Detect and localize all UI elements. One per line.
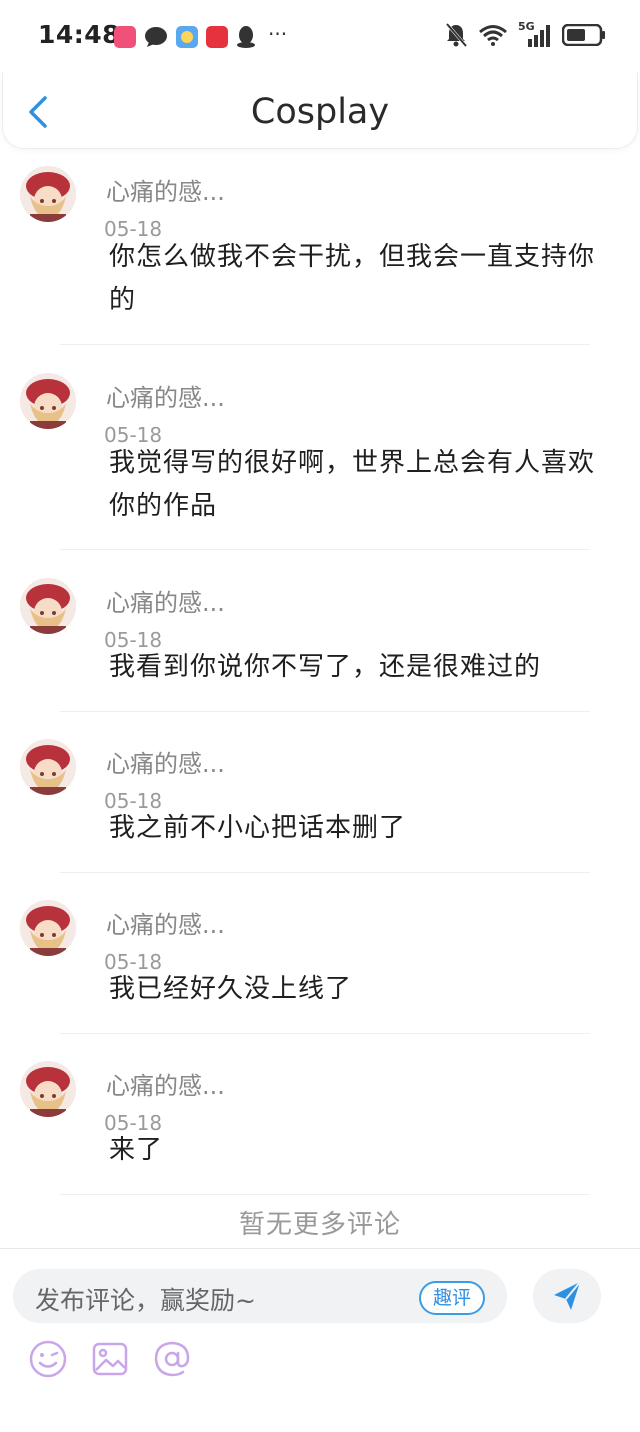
avatar[interactable]	[20, 166, 76, 222]
page-title: Cosplay	[250, 92, 390, 132]
comment-username[interactable]: 心痛的感...	[106, 172, 225, 207]
comment-input[interactable]: 发布评论，赢奖励~ 趣评	[13, 1269, 507, 1323]
divider	[60, 344, 590, 345]
avatar[interactable]	[20, 1061, 76, 1117]
avatar[interactable]	[20, 373, 76, 429]
avatar[interactable]	[20, 578, 76, 634]
mention-icon[interactable]	[152, 1339, 192, 1379]
comment-date: 05-18	[104, 423, 163, 443]
wifi-icon	[479, 25, 507, 46]
status-bar: 14:48 ··· 5G	[0, 0, 640, 72]
avatar-image	[20, 1061, 76, 1117]
battery-icon	[562, 24, 605, 46]
divider	[60, 872, 590, 873]
comment-text: 我看到你说你不写了，还是很难过的	[109, 652, 542, 682]
status-time: 14:48	[38, 20, 121, 49]
signal-strength-icon: 5G	[518, 20, 552, 47]
avatar-image	[20, 373, 76, 429]
weather-app-icon	[176, 26, 198, 48]
comment-text: 我觉得写的很好啊，世界上总会有人喜欢你的作品	[109, 448, 596, 521]
comment-date: 05-18	[104, 217, 163, 237]
more-notifications-icon: ···	[268, 22, 288, 46]
red-app-icon	[206, 26, 228, 48]
comment-username[interactable]: 心痛的感...	[106, 378, 225, 413]
app-notification-icon	[114, 26, 136, 48]
divider	[60, 549, 590, 550]
chat-bubble-icon	[145, 27, 167, 47]
emoji-icon[interactable]	[28, 1339, 68, 1379]
send-icon	[554, 1281, 581, 1310]
comment-text: 你怎么做我不会干扰，但我会一直支持你的	[109, 242, 596, 315]
avatar[interactable]	[20, 739, 76, 795]
no-more-comments-label: 暂无更多评论	[238, 1210, 401, 1240]
composer-toolbar	[28, 1339, 192, 1379]
image-icon[interactable]	[90, 1339, 130, 1379]
divider	[60, 711, 590, 712]
comment-date: 05-18	[104, 1111, 163, 1131]
comment-text: 我之前不小心把话本删了	[109, 813, 407, 843]
comment-text: 来了	[109, 1135, 164, 1165]
divider	[60, 1033, 590, 1034]
send-button[interactable]	[533, 1269, 601, 1323]
status-notification-icons: ···	[114, 22, 288, 49]
comment-username[interactable]: 心痛的感...	[106, 583, 225, 618]
bell-muted-icon	[445, 23, 468, 47]
avatar[interactable]	[20, 900, 76, 956]
comment-date: 05-18	[104, 789, 163, 809]
top-navigation-bar: Cosplay	[2, 72, 638, 149]
avatar-image	[20, 166, 76, 222]
comment-username[interactable]: 心痛的感...	[106, 905, 225, 940]
avatar-image	[20, 578, 76, 634]
fun-comment-button[interactable]: 趣评	[418, 1281, 485, 1315]
comment-date: 05-18	[104, 950, 163, 970]
signal-bars-icon	[528, 25, 550, 47]
comment-username[interactable]: 心痛的感...	[106, 744, 225, 779]
comment-composer: 发布评论，赢奖励~ 趣评	[0, 1248, 640, 1432]
divider	[60, 1194, 590, 1195]
comment-text: 我已经好久没上线了	[109, 974, 353, 1004]
comment-date: 05-18	[104, 628, 163, 648]
comment-input-placeholder: 发布评论，赢奖励~	[35, 1286, 256, 1315]
qq-penguin-icon	[237, 26, 255, 48]
avatar-image	[20, 739, 76, 795]
status-system-icons: 5G	[444, 20, 606, 48]
avatar-image	[20, 900, 76, 956]
comment-username[interactable]: 心痛的感...	[106, 1066, 225, 1101]
